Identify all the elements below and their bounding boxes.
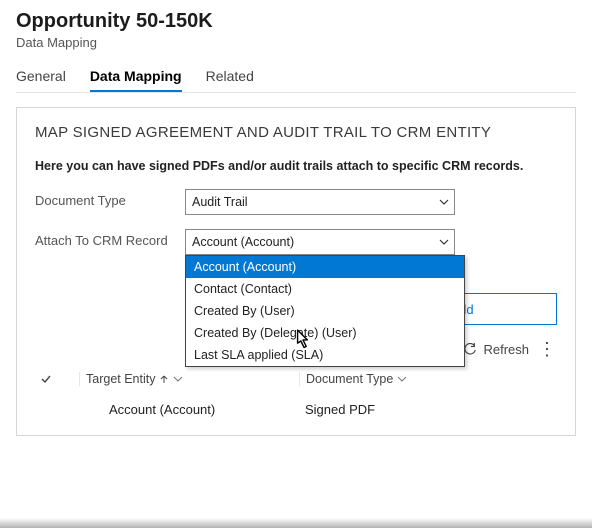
attach-to-crm-label: Attach To CRM Record: [35, 229, 185, 248]
attach-to-crm-select[interactable]: [185, 229, 455, 255]
column-document-type[interactable]: Document Type: [299, 372, 553, 386]
column-target-entity[interactable]: Target Entity: [79, 372, 299, 386]
table-header: Target Entity Document Type: [35, 366, 557, 392]
tab-bar: General Data Mapping Related: [16, 68, 576, 93]
section-title: MAP SIGNED AGREEMENT AND AUDIT TRAIL TO …: [35, 124, 557, 141]
attach-to-crm-dropdown[interactable]: Account (Account) Contact (Contact) Crea…: [185, 255, 465, 367]
dropdown-option-created-by-delegate[interactable]: Created By (Delegate) (User): [186, 322, 464, 344]
cell-document-type: Signed PDF: [299, 402, 553, 417]
document-type-label: Document Type: [35, 189, 185, 208]
cell-target-entity: Account (Account): [79, 402, 299, 417]
column-document-type-label: Document Type: [306, 372, 393, 386]
dropdown-option-created-by[interactable]: Created By (User): [186, 300, 464, 322]
page-subtitle: Data Mapping: [16, 35, 576, 50]
chevron-down-icon: [173, 374, 183, 384]
sort-asc-icon: [159, 374, 169, 384]
dropdown-option-last-sla[interactable]: Last SLA applied (SLA): [186, 344, 464, 366]
dropdown-option-account[interactable]: Account (Account): [186, 256, 464, 278]
tab-related[interactable]: Related: [206, 68, 254, 92]
document-type-select[interactable]: [185, 189, 455, 215]
mapping-card: MAP SIGNED AGREEMENT AND AUDIT TRAIL TO …: [16, 107, 576, 436]
table-row[interactable]: Account (Account) Signed PDF: [35, 392, 557, 427]
refresh-button[interactable]: Refresh: [463, 342, 529, 357]
refresh-icon: [463, 343, 477, 357]
more-actions-button[interactable]: ⋮: [537, 339, 557, 360]
section-description: Here you can have signed PDFs and/or aud…: [35, 159, 557, 173]
dropdown-option-contact[interactable]: Contact (Contact): [186, 278, 464, 300]
column-target-entity-label: Target Entity: [86, 372, 155, 386]
page-title: Opportunity 50-150K: [16, 10, 576, 33]
refresh-label: Refresh: [483, 342, 529, 357]
select-all-column[interactable]: [39, 372, 79, 386]
tab-general[interactable]: General: [16, 68, 66, 92]
tab-data-mapping[interactable]: Data Mapping: [90, 68, 182, 92]
chevron-down-icon: [397, 374, 407, 384]
